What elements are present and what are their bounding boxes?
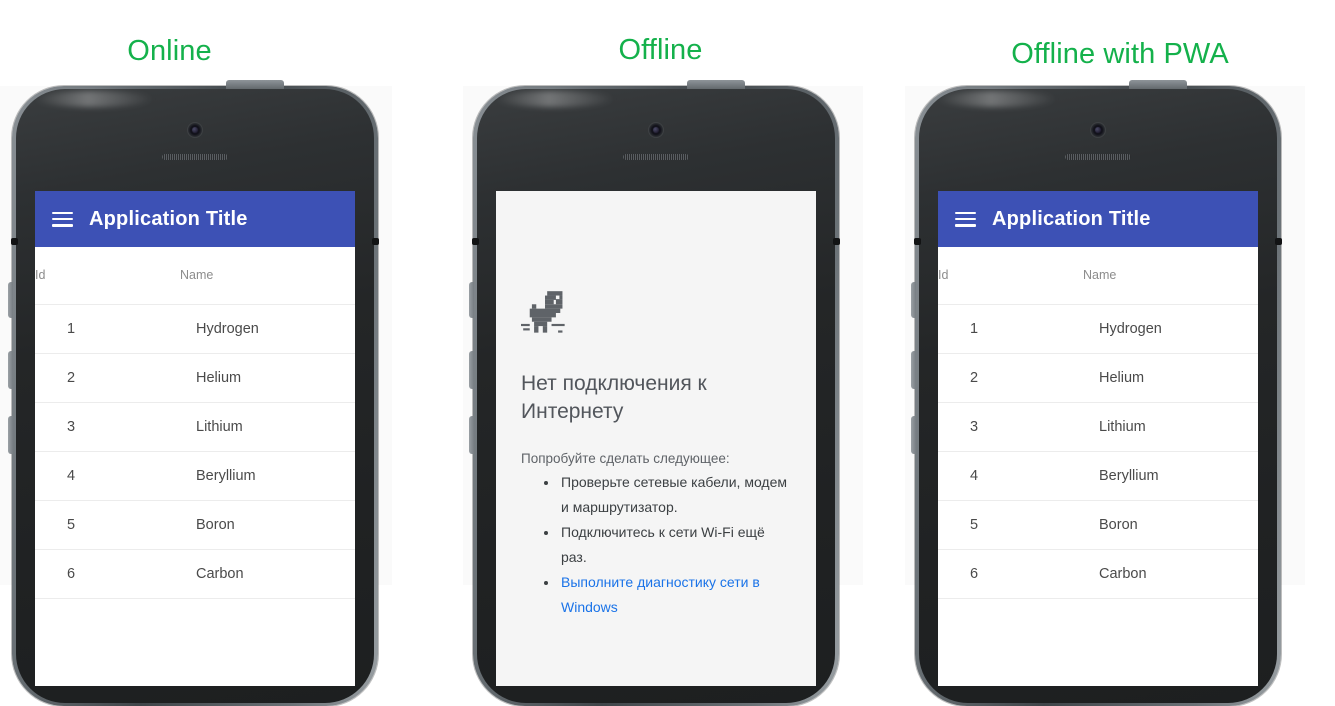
table-row[interactable]: 5 Boron [938, 500, 1258, 550]
app-bar: Application Title [35, 191, 355, 247]
phone-volume-down-button[interactable] [8, 416, 13, 454]
column-offline: Offline Нет подключения к Интернету Попр… [438, 0, 883, 706]
table-header-name: Name [1083, 247, 1258, 305]
cell-id: 1 [35, 304, 180, 354]
table-row[interactable]: 5 Boron [35, 500, 355, 550]
table-row[interactable]: 2 Helium [35, 353, 355, 403]
table-row[interactable]: 4 Beryllium [35, 451, 355, 501]
phone-volume-down-button[interactable] [911, 416, 916, 454]
offline-subtitle: Попробуйте сделать следующее: [521, 451, 730, 466]
cell-name: Hydrogen [180, 304, 355, 354]
phone-antenna-break-right [372, 238, 379, 245]
table-row[interactable]: 3 Lithium [938, 402, 1258, 452]
list-item: Проверьте сетевые кабели, модем и маршру… [559, 470, 794, 520]
cell-name: Helium [180, 353, 355, 403]
phone-silent-switch[interactable] [469, 282, 474, 318]
network-diagnostics-link[interactable]: Выполните диагностику сети в Windows [561, 574, 760, 615]
table-row[interactable]: 6 Carbon [35, 549, 355, 599]
cell-name: Beryllium [180, 451, 355, 501]
cell-id: 6 [938, 549, 1083, 599]
phone-screen-online: Application Title Id Name 1 Hydrogen 2 H… [35, 191, 355, 686]
table-header-row: Id Name [938, 247, 1258, 305]
phone-earpiece-speaker [1065, 154, 1131, 160]
phone-mockup-offline: Нет подключения к Интернету Попробуйте с… [469, 80, 840, 706]
cell-id: 1 [938, 304, 1083, 354]
phone-mockup-offline-pwa: Application Title Id Name 1 Hydrogen 2 H… [911, 80, 1282, 706]
phone-silent-switch[interactable] [911, 282, 916, 318]
table-header-id: Id [35, 247, 180, 305]
offline-suggestion-list: Проверьте сетевые кабели, модем и маршру… [521, 470, 794, 620]
cell-id: 6 [35, 549, 180, 599]
elements-table: Id Name 1 Hydrogen 2 Helium 3 Lithium 4 … [35, 247, 355, 599]
phone-silent-switch[interactable] [8, 282, 13, 318]
offline-title: Нет подключения к Интернету [521, 372, 707, 423]
phone-antenna-break-left [11, 238, 18, 245]
cell-name: Carbon [180, 549, 355, 599]
phone-volume-up-button[interactable] [8, 351, 13, 389]
dino-offline-icon [521, 291, 565, 333]
table-row[interactable]: 6 Carbon [938, 549, 1258, 599]
app-bar: Application Title [938, 191, 1258, 247]
comparison-board: Online Application Title Id Name 1 Hydro… [0, 0, 1335, 706]
table-header-row: Id Name [35, 247, 355, 305]
column-caption-offline-pwa: Offline with PWA [1011, 38, 1229, 70]
table-header-id: Id [938, 247, 1083, 305]
cell-name: Lithium [180, 402, 355, 452]
phone-antenna-break-right [1275, 238, 1282, 245]
offline-error-page: Нет подключения к Интернету Попробуйте с… [496, 191, 816, 686]
table-row[interactable]: 1 Hydrogen [35, 304, 355, 354]
cell-id: 4 [938, 451, 1083, 501]
cell-name: Beryllium [1083, 451, 1258, 501]
phone-mockup-online: Application Title Id Name 1 Hydrogen 2 H… [8, 80, 379, 706]
cell-id: 3 [35, 402, 180, 452]
table-header-name: Name [180, 247, 355, 305]
cell-id: 2 [938, 353, 1083, 403]
cell-name: Helium [1083, 353, 1258, 403]
cell-id: 5 [35, 500, 180, 550]
phone-earpiece-speaker [623, 154, 689, 160]
phone-volume-down-button[interactable] [469, 416, 474, 454]
cell-name: Boron [180, 500, 355, 550]
table-row[interactable]: 2 Helium [938, 353, 1258, 403]
app-title: Application Title [992, 207, 1151, 230]
column-offline-pwa: Offline with PWA Application Title Id Na… [890, 0, 1335, 706]
cell-id: 2 [35, 353, 180, 403]
cell-name: Carbon [1083, 549, 1258, 599]
elements-table: Id Name 1 Hydrogen 2 Helium 3 Lithium 4 … [938, 247, 1258, 599]
app-title: Application Title [89, 207, 248, 230]
column-online: Online Application Title Id Name 1 Hydro… [0, 0, 392, 706]
cell-id: 4 [35, 451, 180, 501]
phone-volume-up-button[interactable] [469, 351, 474, 389]
table-row[interactable]: 4 Beryllium [938, 451, 1258, 501]
hamburger-menu-icon[interactable] [955, 211, 976, 227]
phone-screen-offline: Нет подключения к Интернету Попробуйте с… [496, 191, 816, 686]
cell-id: 3 [938, 402, 1083, 452]
phone-front-camera-icon [187, 122, 203, 138]
hamburger-menu-icon[interactable] [52, 211, 73, 227]
phone-antenna-break-right [833, 238, 840, 245]
table-row[interactable]: 1 Hydrogen [938, 304, 1258, 354]
column-caption-offline: Offline [618, 34, 703, 66]
phone-screen-offline-pwa: Application Title Id Name 1 Hydrogen 2 H… [938, 191, 1258, 686]
phone-antenna-break-left [914, 238, 921, 245]
phone-front-camera-icon [648, 122, 664, 138]
suggestion-text: Подключитесь к сети Wi-Fi ещё раз. [561, 524, 765, 565]
list-item: Подключитесь к сети Wi-Fi ещё раз. [559, 520, 794, 570]
table-row[interactable]: 3 Lithium [35, 402, 355, 452]
phone-earpiece-speaker [162, 154, 228, 160]
list-item[interactable]: Выполните диагностику сети в Windows [559, 570, 794, 620]
phone-front-camera-icon [1090, 122, 1106, 138]
column-caption-online: Online [127, 35, 212, 67]
cell-name: Hydrogen [1083, 304, 1258, 354]
phone-antenna-break-left [472, 238, 479, 245]
cell-id: 5 [938, 500, 1083, 550]
cell-name: Lithium [1083, 402, 1258, 452]
phone-volume-up-button[interactable] [911, 351, 916, 389]
cell-name: Boron [1083, 500, 1258, 550]
suggestion-text: Проверьте сетевые кабели, модем и маршру… [561, 474, 788, 515]
